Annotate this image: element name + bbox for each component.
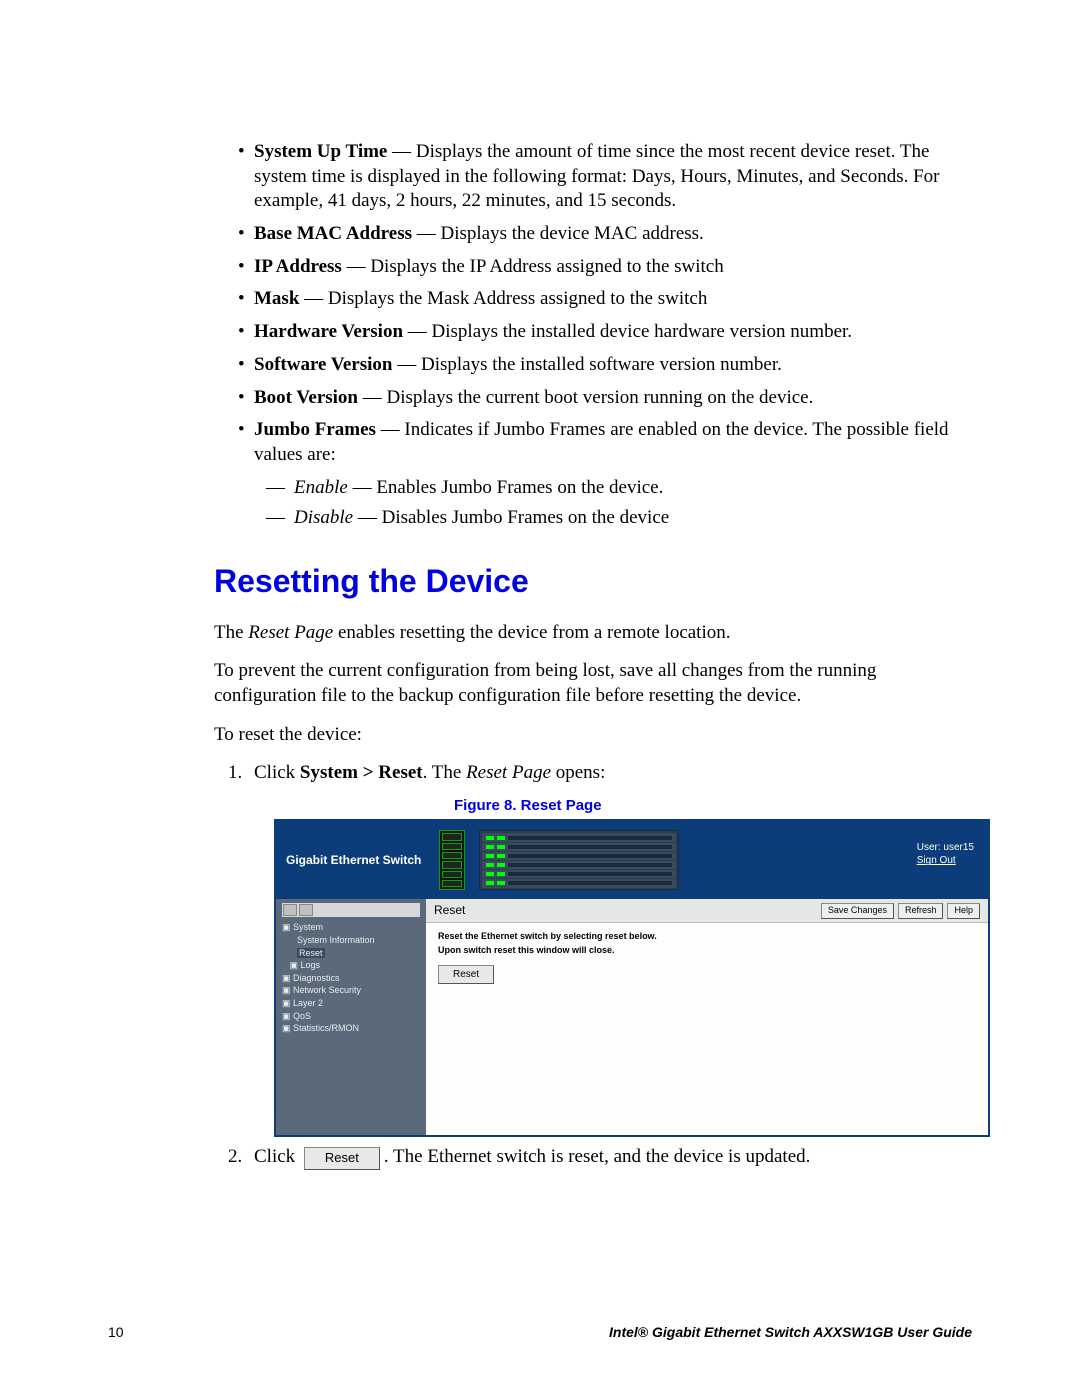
term: IP Address: [254, 256, 342, 277]
desc: — Displays the current boot version runn…: [358, 387, 813, 408]
save-changes-button[interactable]: Save Changes: [821, 903, 894, 919]
sub-term: Disable: [294, 507, 353, 528]
panel-title: Reset: [434, 903, 465, 919]
reset-button[interactable]: Reset: [438, 965, 494, 984]
rack-graphic: [479, 830, 679, 890]
reset-button-inline[interactable]: Reset: [304, 1147, 380, 1170]
panel-content: Reset the Ethernet switch by selecting r…: [426, 923, 988, 991]
section-heading: Resetting the Device: [214, 561, 972, 603]
list-item: Base MAC Address — Displays the device M…: [254, 222, 972, 247]
term: Boot Version: [254, 387, 358, 408]
desc: — Displays the device MAC address.: [412, 223, 704, 244]
sub-item: Disable — Disables Jumbo Frames on the d…: [294, 506, 972, 531]
sidebar: ▣ System System Information Reset ▣ Logs…: [276, 899, 426, 1135]
term: Mask: [254, 288, 299, 309]
term: Base MAC Address: [254, 223, 412, 244]
figure-caption: Figure 8. Reset Page: [454, 796, 972, 816]
sub-desc: — Enables Jumbo Frames on the device.: [348, 477, 664, 498]
definition-list: System Up Time — Displays the amount of …: [214, 140, 972, 531]
step: 1. Click System > Reset. The Reset Page …: [254, 761, 972, 786]
list-item: Hardware Version — Displays the installe…: [254, 320, 972, 345]
step: 2. Click Reset. The Ethernet switch is r…: [254, 1145, 972, 1170]
desc: — Displays the Mask Address assigned to …: [299, 288, 707, 309]
port-panel-icon: [439, 830, 465, 890]
sub-term: Enable: [294, 477, 348, 498]
sidebar-toolbar: [282, 903, 420, 917]
paragraph: To prevent the current configuration fro…: [214, 659, 972, 708]
product-title: Gigabit Ethernet Switch: [286, 853, 421, 869]
term: Software Version: [254, 354, 392, 375]
help-button[interactable]: Help: [947, 903, 980, 919]
sub-item: Enable — Enables Jumbo Frames on the dev…: [294, 476, 972, 501]
sub-list: Enable — Enables Jumbo Frames on the dev…: [254, 476, 972, 531]
list-item: Boot Version — Displays the current boot…: [254, 386, 972, 411]
term: Hardware Version: [254, 321, 403, 342]
desc: — Displays the installed device hardware…: [403, 321, 852, 342]
desc: — Displays the installed software versio…: [392, 354, 781, 375]
sign-out-link[interactable]: Sign Out: [917, 854, 974, 867]
nav-tree[interactable]: ▣ System System Information Reset ▣ Logs…: [282, 921, 420, 1034]
list-item: Software Version — Displays the installe…: [254, 353, 972, 378]
reset-page-screenshot: Gigabit Ethernet Switch User: user15 Sig…: [274, 819, 990, 1137]
reset-msg-2: Upon switch reset this window will close…: [438, 945, 976, 957]
term: System Up Time: [254, 141, 387, 162]
sub-desc: — Disables Jumbo Frames on the device: [353, 507, 669, 528]
user-label: User: user15: [917, 841, 974, 854]
list-item: IP Address — Displays the IP Address ass…: [254, 255, 972, 280]
page-footer: 10 Intel® Gigabit Ethernet Switch AXXSW1…: [108, 1323, 972, 1341]
steps-list-cont: 2. Click Reset. The Ethernet switch is r…: [214, 1145, 972, 1170]
reset-msg-1: Reset the Ethernet switch by selecting r…: [438, 931, 976, 943]
list-item: Jumbo Frames — Indicates if Jumbo Frames…: [254, 418, 972, 531]
main-panel: Reset Save Changes Refresh Help Reset th…: [426, 899, 988, 1135]
desc: — Displays the IP Address assigned to th…: [342, 256, 724, 277]
refresh-button[interactable]: Refresh: [898, 903, 944, 919]
page-number: 10: [108, 1323, 124, 1341]
list-item: System Up Time — Displays the amount of …: [254, 140, 972, 214]
paragraph: The Reset Page enables resetting the dev…: [214, 621, 972, 646]
list-item: Mask — Displays the Mask Address assigne…: [254, 287, 972, 312]
steps-list: 1. Click System > Reset. The Reset Page …: [214, 761, 972, 786]
paragraph: To reset the device:: [214, 723, 972, 748]
term: Jumbo Frames: [254, 419, 376, 440]
panel-header: Reset Save Changes Refresh Help: [426, 899, 988, 923]
document-title: Intel® Gigabit Ethernet Switch AXXSW1GB …: [609, 1323, 972, 1341]
screenshot-header: Gigabit Ethernet Switch User: user15 Sig…: [276, 821, 988, 899]
user-info: User: user15 Sign Out: [917, 841, 974, 867]
